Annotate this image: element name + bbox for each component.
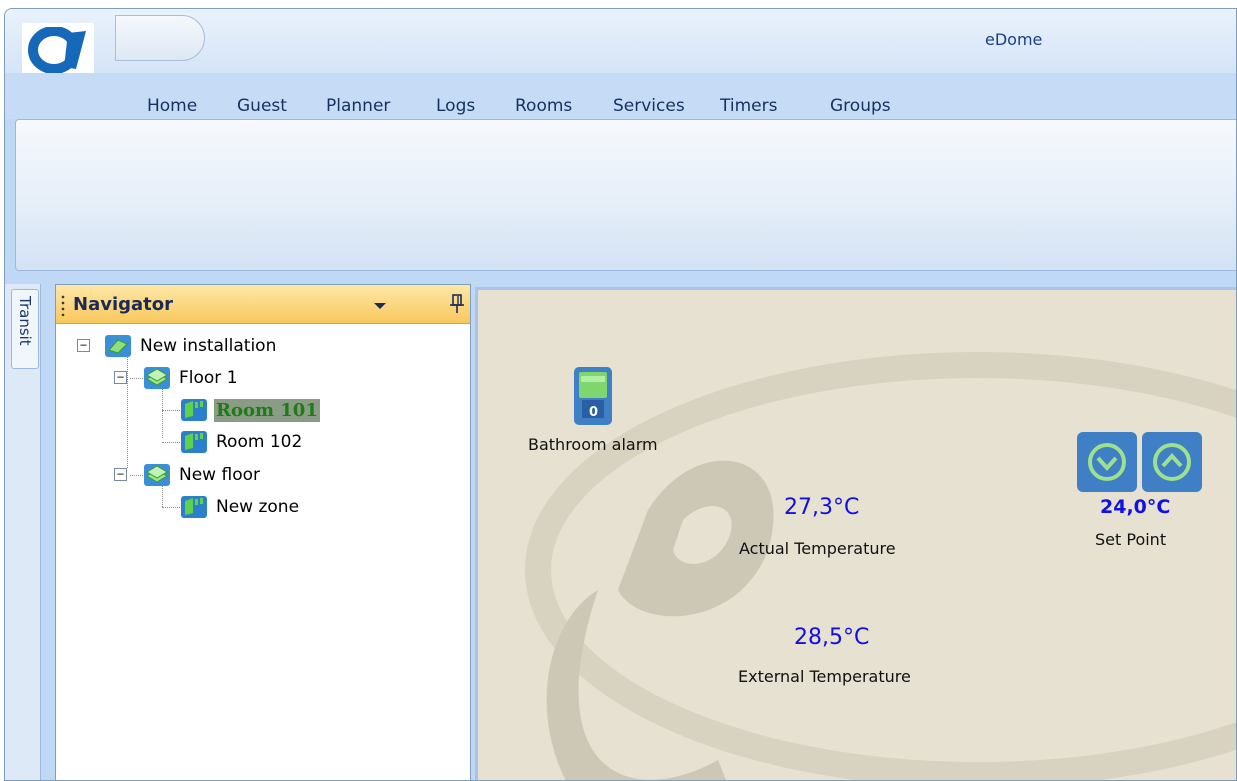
tree-item-label: Floor 1 [179,368,238,388]
drag-grip-icon[interactable] [61,294,65,316]
tree-connector [127,357,128,468]
menu-timers[interactable]: Timers [720,96,777,116]
actual-temperature-label: Actual Temperature [739,539,896,558]
setpoint-down-button[interactable] [1076,431,1138,493]
menu-logs[interactable]: Logs [436,96,475,116]
navigator-title: Navigator [73,294,173,315]
tree-item-label: New zone [216,497,300,517]
pin-icon[interactable] [448,293,466,315]
tree-item-label: Room 102 [216,432,303,452]
dropdown-arrow-icon[interactable] [371,296,389,314]
edome-logo-icon[interactable] [22,23,94,75]
tree-connector [162,507,180,508]
room-icon [181,496,207,518]
tree-connector [162,387,163,438]
room-icon [181,399,207,421]
menu-rooms[interactable]: Rooms [515,96,572,116]
menu-services[interactable]: Services [613,96,685,116]
setpoint-up-button[interactable] [1141,431,1203,493]
room-view: 0 Bathroom alarm 27,3°C Actual Temperatu… [475,287,1236,780]
tree-item-new-installation[interactable]: New installation [104,331,278,361]
alarm-switch-state: 0 [589,405,599,420]
title-bar: eDome [5,9,1236,75]
tree-item-floor-1[interactable]: Floor 1 [143,363,240,393]
app-window: eDome Home Guest Planner Logs Rooms Serv… [4,8,1237,781]
tree-item-label: Room 101 [214,398,320,422]
tree-item-room-102[interactable]: Room 102 [180,427,304,457]
tree-item-room-101[interactable]: Room 101 [180,395,320,425]
navigator-header: Navigator [56,285,470,324]
setpoint-value: 24,0°C [1100,496,1171,518]
tree-connector [162,410,180,411]
tree-connector [130,378,143,379]
menu-planner[interactable]: Planner [326,96,390,116]
collapse-toggle-icon[interactable]: − [114,371,127,384]
floor-icon [144,367,170,389]
external-temperature-value: 28,5°C [794,625,870,650]
tree-connector [130,475,143,476]
collapse-toggle-icon[interactable]: − [77,339,90,352]
app-title: eDome [985,30,1043,49]
ribbon-panel [15,119,1236,271]
collapse-toggle-icon[interactable]: − [114,468,127,481]
external-temperature-label: External Temperature [738,667,911,686]
side-tab-strip: Transit [5,284,41,780]
bathroom-alarm-label: Bathroom alarm [528,435,658,454]
installation-icon [105,335,131,357]
menu-guest[interactable]: Guest [237,96,287,116]
tab-transit-label: Transit [16,296,34,346]
chevron-down-circle-icon [1077,432,1137,492]
menu-home[interactable]: Home [147,96,197,116]
floor-icon [144,464,170,486]
menu-groups[interactable]: Groups [830,96,891,116]
quick-access-tab[interactable] [115,15,205,61]
navigator-panel: Navigator − New installation − Floor 1 R… [55,284,471,780]
main-menu: Home Guest Planner Logs Rooms Services T… [5,73,1236,119]
navigator-tree: − New installation − Floor 1 Room 101 Ro… [56,324,470,780]
tree-item-new-zone[interactable]: New zone [180,492,301,522]
setpoint-label: Set Point [1095,530,1167,549]
tab-transit[interactable]: Transit [11,289,39,369]
room-icon [181,431,207,453]
actual-temperature-value: 27,3°C [784,495,860,520]
tree-item-new-floor[interactable]: New floor [143,460,262,490]
tree-item-label: New installation [140,336,277,356]
chevron-up-circle-icon [1142,432,1202,492]
tree-item-label: New floor [179,465,260,485]
tree-connector [162,442,180,443]
